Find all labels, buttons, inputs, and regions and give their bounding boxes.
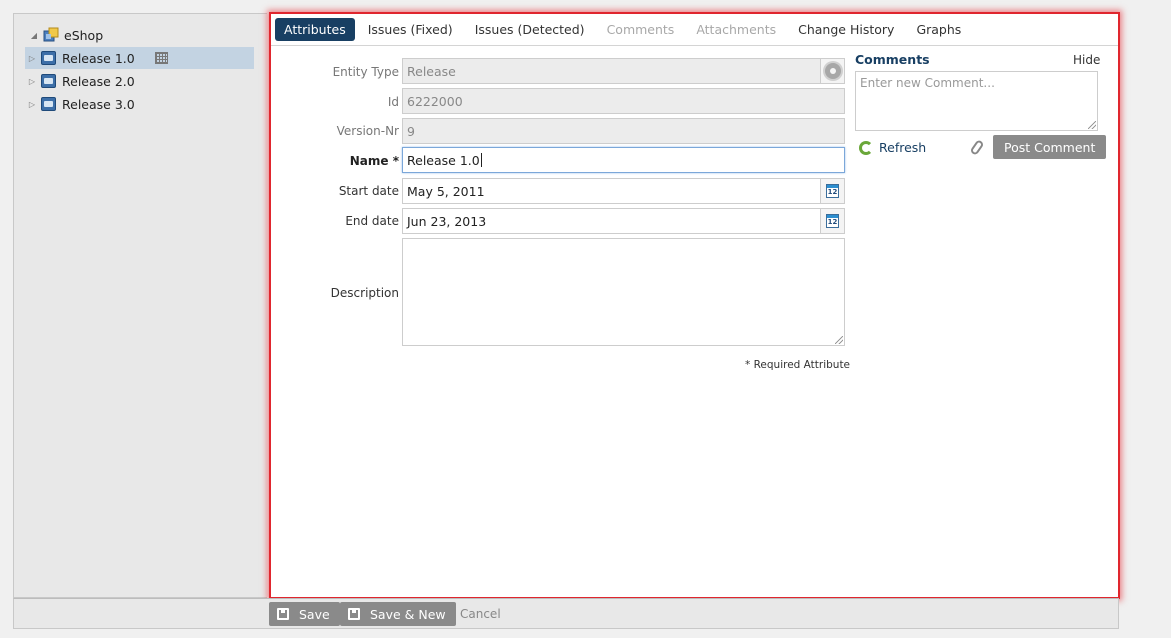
post-comment-button[interactable]: Post Comment <box>993 135 1107 159</box>
required-asterisk: * <box>392 154 399 168</box>
id-label: Id <box>387 95 399 109</box>
eshop-project-icon <box>43 27 59 43</box>
resize-grip-icon[interactable] <box>1088 121 1096 129</box>
tree-item-label: Release 3.0 <box>62 96 135 112</box>
version-nr-field: 9 <box>402 118 845 144</box>
save-and-new-button[interactable]: Save & New <box>340 602 456 626</box>
gear-icon <box>824 63 841 79</box>
end-date-calendar-button[interactable]: 12 <box>820 208 845 234</box>
tree-item-release-3[interactable]: ▷ Release 3.0 <box>25 93 254 115</box>
expand-triangle-icon[interactable]: ▷ <box>27 54 37 63</box>
action-bar: Save Save & New Cancel <box>13 598 1119 629</box>
cancel-link[interactable]: Cancel <box>460 607 501 621</box>
project-tree-panel: ◢ eShop ▷ Release 1.0 ▷ Release 2.0 ▷ Re… <box>13 13 267 598</box>
description-label: Description <box>330 286 399 300</box>
tab-issues-detected[interactable]: Issues (Detected) <box>466 18 594 41</box>
tab-attributes[interactable]: Attributes <box>275 18 355 41</box>
comments-title: Comments <box>855 52 930 67</box>
start-date-label: Start date <box>338 184 399 198</box>
resize-grip-icon[interactable] <box>835 336 843 344</box>
floppy-disk-icon <box>277 608 289 620</box>
end-date-label: End date <box>345 214 399 228</box>
end-date-input[interactable]: Jun 23, 2013 <box>402 208 821 234</box>
entity-type-field: Release <box>402 58 821 84</box>
collapse-triangle-icon[interactable]: ◢ <box>29 31 39 40</box>
release-icon <box>41 73 57 89</box>
calendar-icon: 12 <box>826 214 839 228</box>
version-nr-label: Version-Nr <box>336 124 399 138</box>
save-button[interactable]: Save <box>269 602 340 626</box>
start-date-calendar-button[interactable]: 12 <box>820 178 845 204</box>
release-icon <box>41 50 57 66</box>
entity-detail-panel: Attributes Issues (Fixed) Issues (Detect… <box>269 12 1120 599</box>
start-date-input[interactable]: May 5, 2011 <box>402 178 821 204</box>
tree-item-label: eShop <box>64 27 104 43</box>
tree-item-release-1[interactable]: ▷ Release 1.0 <box>25 47 254 69</box>
tab-attachments: Attachments <box>696 22 777 37</box>
tree-root-eshop[interactable]: ◢ eShop <box>29 24 249 46</box>
tree-item-release-2[interactable]: ▷ Release 2.0 <box>25 70 254 92</box>
tab-bar: Attributes Issues (Fixed) Issues (Detect… <box>271 14 1118 46</box>
expand-triangle-icon[interactable]: ▷ <box>27 77 37 86</box>
entity-type-settings-button[interactable] <box>820 58 845 84</box>
calendar-icon: 12 <box>826 184 839 198</box>
tab-comments: Comments <box>606 22 675 37</box>
description-textarea[interactable] <box>402 238 845 346</box>
hide-comments-link[interactable]: Hide <box>1073 53 1100 67</box>
required-attribute-note: * Required Attribute <box>745 359 851 371</box>
expand-triangle-icon[interactable]: ▷ <box>27 100 37 109</box>
tree-item-label: Release 1.0 <box>62 50 135 66</box>
grid-icon[interactable] <box>154 52 168 64</box>
floppy-disk-icon <box>348 608 360 620</box>
name-input[interactable]: Release 1.0 <box>402 147 845 173</box>
tab-issues-fixed[interactable]: Issues (Fixed) <box>359 18 462 41</box>
new-comment-textarea[interactable]: Enter new Comment... <box>855 71 1098 131</box>
paperclip-icon[interactable] <box>969 139 985 156</box>
entity-type-label: Entity Type <box>332 65 399 79</box>
id-field: 6222000 <box>402 88 845 114</box>
name-label: Name * <box>349 154 399 168</box>
tree-item-label: Release 2.0 <box>62 73 135 89</box>
refresh-comments-button[interactable]: Refresh <box>859 140 926 155</box>
release-icon <box>41 96 57 112</box>
refresh-icon <box>859 140 873 155</box>
tab-graphs[interactable]: Graphs <box>907 18 970 41</box>
tab-change-history[interactable]: Change History <box>789 18 903 41</box>
